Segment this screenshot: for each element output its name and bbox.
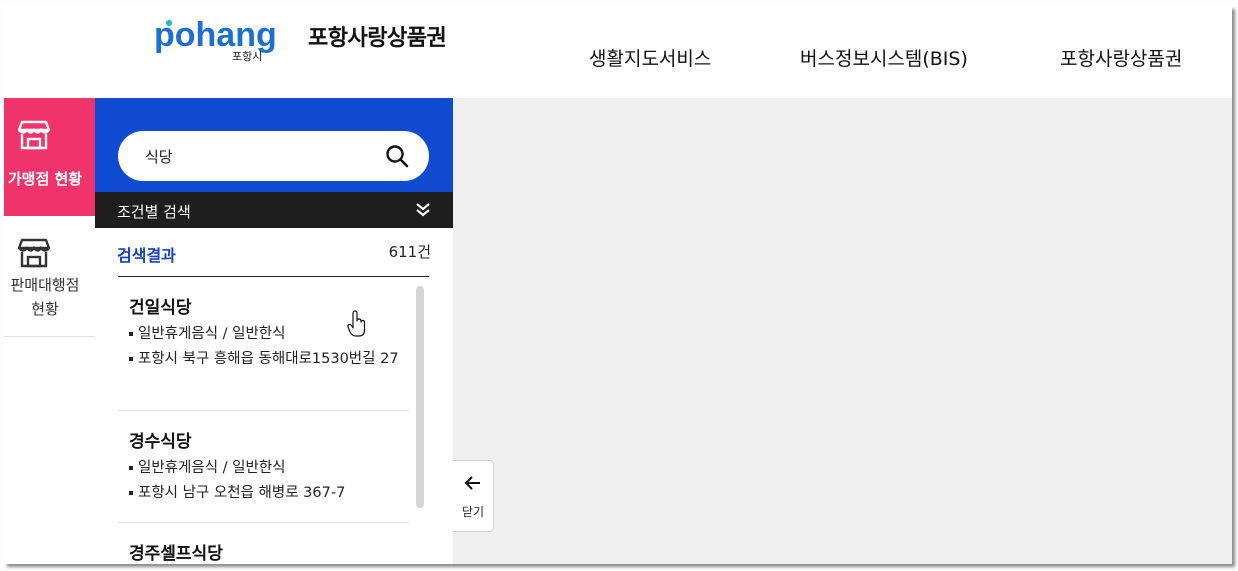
left-rail: 가맹점 현황 판매대행점 현황 <box>4 98 96 564</box>
item-name: 경주셀프식당 <box>129 544 223 564</box>
item-address: 포항시 북구 흥해읍 동해대로1530번길 27 <box>129 348 409 370</box>
panel-close-label: 닫기 <box>461 505 485 519</box>
hand-cursor-icon <box>347 310 366 337</box>
logo-wordmark: pohang <box>154 16 277 54</box>
item-address: 포항시 남구 오천읍 해병로 367-7 <box>129 482 409 504</box>
search-panel: 식당 조건별 검색 검색결과 611건 건일식당 일반휴게음식 / 일반한식 포… <box>95 98 453 564</box>
search-area: 식당 <box>95 98 453 192</box>
rail-item-sales-agents[interactable]: 판매대행점 현황 <box>4 216 95 337</box>
logo-subtitle: 포항시 <box>232 50 262 63</box>
item-category: 일반휴게음식 / 일반한식 <box>129 323 409 345</box>
item-category: 일반휴게음식 / 일반한식 <box>129 457 409 479</box>
rail-item-merchants-label: 가맹점 현황 <box>7 170 83 188</box>
store-icon <box>17 238 51 268</box>
item-name: 건일식당 <box>129 298 192 318</box>
nav-bus-info[interactable]: 버스정보시스템(BIS) <box>800 44 968 71</box>
condition-search-toggle[interactable]: 조건별 검색 <box>95 192 453 228</box>
rail-item-sales-agents-label-1: 판매대행점 <box>10 276 80 294</box>
search-input[interactable]: 식당 <box>118 131 429 181</box>
nav-life-map[interactable]: 생활지도서비스 <box>589 44 711 71</box>
arrow-left-icon <box>464 476 480 490</box>
condition-search-label: 조건별 검색 <box>117 203 191 221</box>
rail-item-merchants[interactable]: 가맹점 현황 <box>4 98 95 216</box>
map-area[interactable] <box>453 98 1232 564</box>
item-name: 경수식당 <box>129 432 192 452</box>
brand-title: 포항사랑상품권 <box>308 26 447 51</box>
list-item[interactable]: 건일식당 일반휴게음식 / 일반한식 포항시 북구 흥해읍 동해대로1530번길… <box>118 277 409 411</box>
search-icon[interactable] <box>385 144 409 168</box>
nav-gift-voucher[interactable]: 포항사랑상품권 <box>1060 44 1182 71</box>
app-window: pohang 포항시 포항사랑상품권 생활지도서비스 버스정보시스템(BIS) … <box>4 6 1232 564</box>
search-input-value: 식당 <box>145 148 173 166</box>
results-scrollbar[interactable] <box>416 286 424 508</box>
list-item[interactable]: 경수식당 일반휴게음식 / 일반한식 포항시 남구 오천읍 해병로 367-7 <box>118 411 409 523</box>
results-count: 611건 <box>388 243 431 261</box>
rail-item-sales-agents-label-2: 현황 <box>31 300 59 318</box>
store-icon <box>17 120 51 150</box>
results-title: 검색결과 <box>117 246 176 265</box>
double-chevron-down-icon <box>416 203 430 217</box>
list-item[interactable]: 경주셀프식당 <box>118 523 409 564</box>
pohang-logo[interactable]: pohang 포항시 <box>154 14 304 64</box>
panel-close-button[interactable]: 닫기 <box>453 460 494 532</box>
header: pohang 포항시 포항사랑상품권 생활지도서비스 버스정보시스템(BIS) … <box>4 6 1232 99</box>
